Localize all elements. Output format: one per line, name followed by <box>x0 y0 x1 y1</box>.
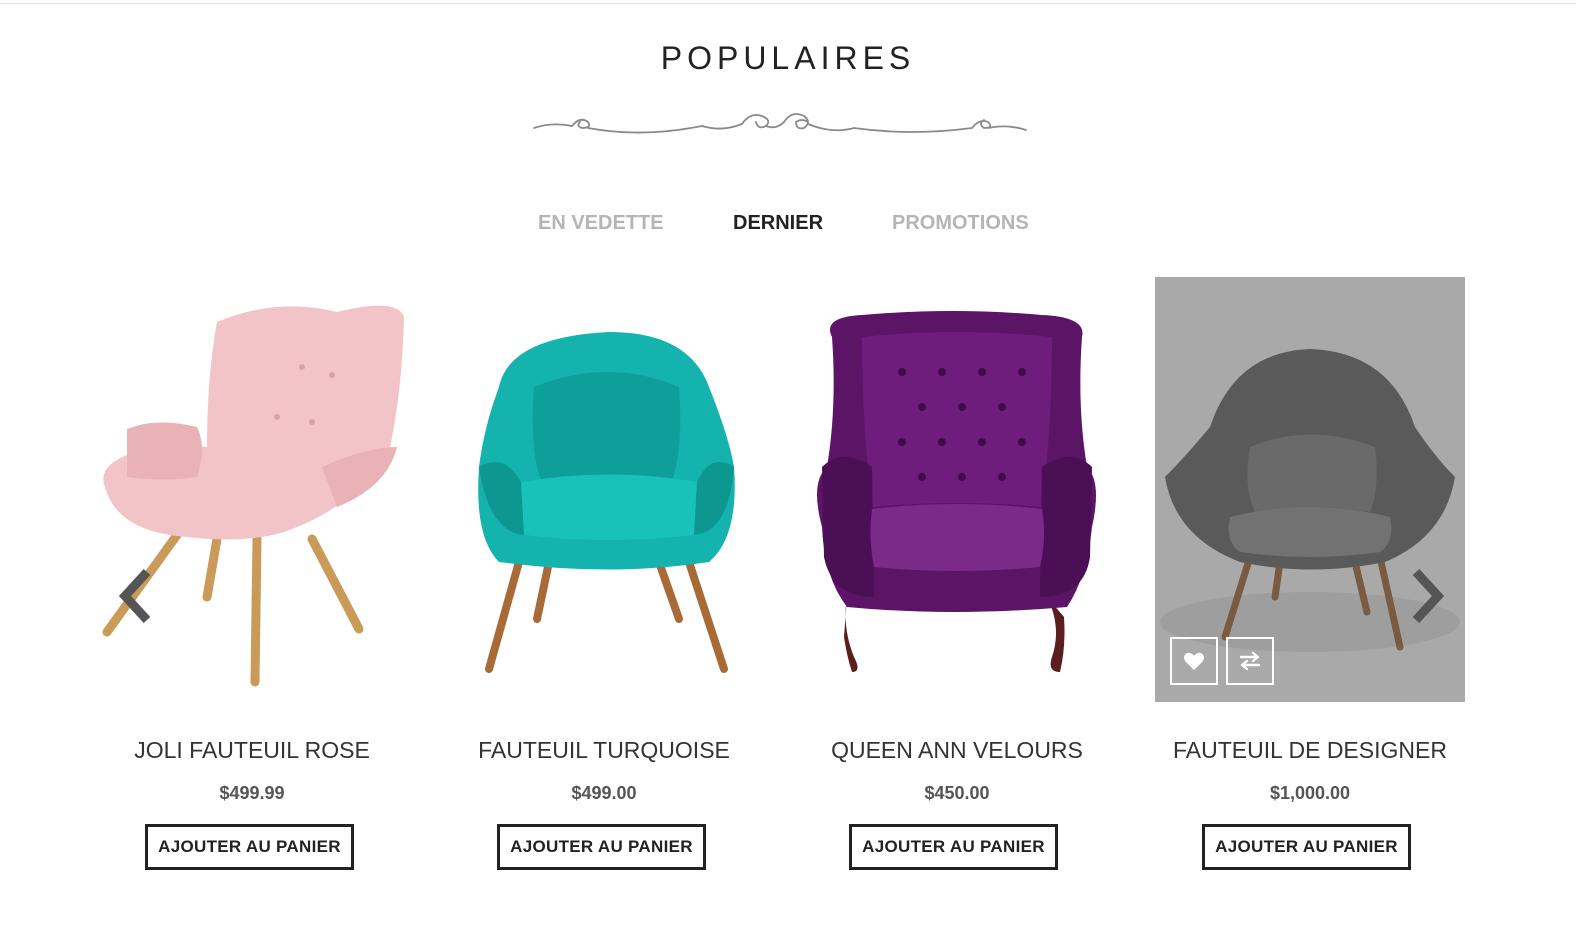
add-to-cart-button[interactable]: AJOUTER AU PANIER <box>145 824 354 870</box>
product-tabs: EN VEDETTE DERNIER PROMOTIONS <box>0 212 1576 244</box>
top-divider <box>0 3 1576 4</box>
add-to-cart-button[interactable]: AJOUTER AU PANIER <box>497 824 706 870</box>
tab-promotions[interactable]: PROMOTIONS <box>892 212 1029 235</box>
product-card: FAUTEUIL TURQUOISE $499.00 AJOUTER AU PA… <box>449 277 759 877</box>
product-name[interactable]: FAUTEUIL TURQUOISE <box>429 737 779 764</box>
product-price: $450.00 <box>924 783 990 803</box>
add-to-cart-button[interactable]: AJOUTER AU PANIER <box>1202 824 1411 870</box>
chevron-right-icon[interactable] <box>1408 566 1448 626</box>
chevron-left-icon[interactable] <box>115 566 155 626</box>
add-to-cart-button[interactable]: AJOUTER AU PANIER <box>849 824 1058 870</box>
product-name[interactable]: JOLI FAUTEUIL ROSE <box>77 737 427 764</box>
compare-arrows-icon <box>1239 651 1261 671</box>
compare-button[interactable] <box>1226 637 1274 685</box>
tab-dernier[interactable]: DERNIER <box>733 212 823 235</box>
product-image-purple-wingback-chair[interactable] <box>802 277 1112 702</box>
product-card: QUEEN ANN VELOURS $450.00 AJOUTER AU PAN… <box>802 277 1112 877</box>
product-price: $499.00 <box>571 783 637 803</box>
product-image-pink-armchair[interactable] <box>97 277 407 702</box>
product-image-grey-designer-chair[interactable] <box>1155 277 1465 702</box>
section-title: POPULAIRES <box>660 40 916 76</box>
heart-icon <box>1184 652 1204 671</box>
ornament-divider <box>533 113 1027 134</box>
product-name[interactable]: FAUTEUIL DE DESIGNER <box>1135 737 1485 764</box>
product-price: $1,000.00 <box>1269 783 1351 803</box>
wishlist-button[interactable] <box>1170 637 1218 685</box>
product-image-turquoise-armchair[interactable] <box>449 277 759 702</box>
tab-en-vedette[interactable]: EN VEDETTE <box>538 212 664 235</box>
product-name[interactable]: QUEEN ANN VELOURS <box>782 737 1132 764</box>
product-price: $499.99 <box>219 783 285 803</box>
